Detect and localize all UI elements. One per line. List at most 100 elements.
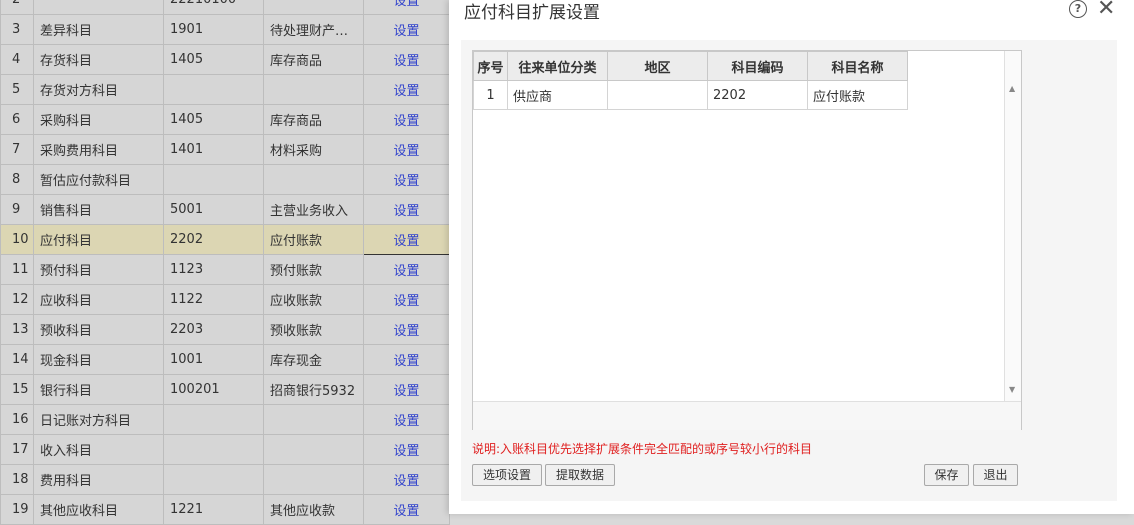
account-type-name: 销售科目	[33, 194, 164, 225]
fetch-data-button[interactable]: 提取数据	[545, 464, 615, 486]
help-icon[interactable]: ?	[1069, 0, 1087, 18]
grid-header-row: 序号 往来单位分类 地区 科目编码 科目名称	[473, 51, 908, 81]
account-code: 1901	[163, 14, 264, 45]
table-row[interactable]: 4 存货科目 1405 库存商品 设置	[0, 44, 450, 75]
close-icon[interactable]: ✕	[1097, 0, 1115, 21]
account-type-name: 费用科目	[33, 464, 164, 495]
table-row[interactable]: 8 暂估应付款科目 设置	[0, 164, 450, 195]
extension-grid: 序号 往来单位分类 地区 科目编码 科目名称 1 供应商 2202 应付账款 ▲…	[472, 50, 1022, 430]
column-header-name[interactable]: 科目名称	[807, 51, 908, 81]
dialog-title: 应付科目扩展设置	[464, 3, 600, 23]
table-row[interactable]: 14 现金科目 1001 库存现金 设置	[0, 344, 450, 375]
column-header-region[interactable]: 地区	[607, 51, 708, 81]
grid-cell-name[interactable]: 应付账款	[807, 80, 908, 110]
account-name: 预收账款	[263, 314, 364, 345]
account-type-name: 现金科目	[33, 344, 164, 375]
exit-button[interactable]: 退出	[973, 464, 1018, 486]
settings-link[interactable]: 设置	[363, 374, 450, 405]
account-code: 5001	[163, 194, 264, 225]
account-type-name: 收入科目	[33, 434, 164, 465]
account-type-name: 存货科目	[33, 44, 164, 75]
settings-link[interactable]: 设置	[363, 194, 450, 225]
account-name	[263, 434, 364, 465]
column-header-code[interactable]: 科目编码	[707, 51, 808, 81]
row-number: 11	[0, 254, 34, 285]
account-type-name: 预付科目	[33, 254, 164, 285]
settings-link[interactable]: 设置	[363, 74, 450, 105]
account-type-name: 采购科目	[33, 104, 164, 135]
account-type-name: 应收科目	[33, 284, 164, 315]
row-number: 12	[0, 284, 34, 315]
column-header-category[interactable]: 往来单位分类	[507, 51, 608, 81]
settings-link[interactable]: 设置	[363, 344, 450, 375]
settings-link[interactable]: 设置	[363, 164, 450, 195]
account-type-name: 日记账对方科目	[33, 404, 164, 435]
row-number: 18	[0, 464, 34, 495]
grid-cell-region[interactable]	[607, 80, 708, 110]
account-name: 待处理财产…	[263, 14, 364, 45]
grid-cell-category[interactable]: 供应商	[507, 80, 608, 110]
table-row[interactable]: 13 预收科目 2203 预收账款 设置	[0, 314, 450, 345]
payable-account-extension-dialog: 应付科目扩展设置 ? ✕ 序号 往来单位分类 地区 科目编码 科目名称 1 供应…	[449, 0, 1134, 514]
row-number: 5	[0, 74, 34, 105]
settings-link[interactable]: 设置	[363, 0, 450, 15]
grid-cell-no[interactable]: 1	[473, 80, 508, 110]
table-row[interactable]: 2 22210100 设置	[0, 0, 450, 15]
grid-cell-code[interactable]: 2202	[707, 80, 808, 110]
table-row[interactable]: 19 其他应收科目 1221 其他应收款 设置	[0, 494, 450, 525]
account-code: 1122	[163, 284, 264, 315]
table-row[interactable]: 5 存货对方科目 设置	[0, 74, 450, 105]
settings-link[interactable]: 设置	[363, 434, 450, 465]
row-number: 10	[0, 224, 34, 255]
account-type-name: 其他应收科目	[33, 494, 164, 525]
settings-link[interactable]: 设置	[363, 464, 450, 495]
table-row[interactable]: 9 销售科目 5001 主营业务收入 设置	[0, 194, 450, 225]
settings-link[interactable]: 设置	[363, 404, 450, 435]
account-code: 2203	[163, 314, 264, 345]
column-header-no[interactable]: 序号	[473, 51, 508, 81]
table-row[interactable]: 10 应付科目 2202 应付账款 设置	[0, 224, 450, 255]
settings-link[interactable]: 设置	[363, 314, 450, 345]
table-row[interactable]: 16 日记账对方科目 设置	[0, 404, 450, 435]
table-row[interactable]: 12 应收科目 1122 应收账款 设置	[0, 284, 450, 315]
settings-link[interactable]: 设置	[363, 494, 450, 525]
table-row[interactable]: 11 预付科目 1123 预付账款 设置	[0, 254, 450, 285]
row-number: 7	[0, 134, 34, 165]
account-type-name: 采购费用科目	[33, 134, 164, 165]
account-type-name: 预收科目	[33, 314, 164, 345]
table-row[interactable]: 7 采购费用科目 1401 材料采购 设置	[0, 134, 450, 165]
account-name	[263, 464, 364, 495]
settings-link[interactable]: 设置	[363, 44, 450, 75]
account-name	[263, 74, 364, 105]
account-type-name: 存货对方科目	[33, 74, 164, 105]
scroll-down-arrow-icon[interactable]: ▼	[1009, 385, 1015, 394]
scroll-up-arrow-icon[interactable]: ▲	[1009, 84, 1015, 93]
account-settings-table: 222210100设置3差异科目1901待处理财产…设置4存货科目1405库存商…	[0, 0, 450, 525]
settings-link[interactable]: 设置	[363, 284, 450, 315]
table-row[interactable]: 6 采购科目 1405 库存商品 设置	[0, 104, 450, 135]
table-row[interactable]: 3 差异科目 1901 待处理财产… 设置	[0, 14, 450, 45]
account-name: 库存商品	[263, 44, 364, 75]
table-row[interactable]: 17 收入科目 设置	[0, 434, 450, 465]
account-name: 库存现金	[263, 344, 364, 375]
row-number: 17	[0, 434, 34, 465]
account-name: 招商银行5932	[263, 374, 364, 405]
account-name: 应收账款	[263, 284, 364, 315]
settings-link[interactable]: 设置	[363, 254, 450, 285]
account-code	[163, 164, 264, 195]
settings-link[interactable]: 设置	[363, 134, 450, 165]
account-code	[163, 404, 264, 435]
account-type-name	[33, 0, 164, 15]
save-button[interactable]: 保存	[924, 464, 969, 486]
table-row[interactable]: 15 银行科目 100201 招商银行5932 设置	[0, 374, 450, 405]
row-number: 2	[0, 0, 34, 15]
options-button[interactable]: 选项设置	[472, 464, 542, 486]
row-number: 9	[0, 194, 34, 225]
table-row[interactable]: 18 费用科目 设置	[0, 464, 450, 495]
settings-link[interactable]: 设置	[363, 224, 450, 255]
grid-row[interactable]: 1 供应商 2202 应付账款	[473, 80, 908, 110]
row-number: 16	[0, 404, 34, 435]
vertical-scrollbar[interactable]: ▲ ▼	[1004, 51, 1021, 401]
settings-link[interactable]: 设置	[363, 14, 450, 45]
settings-link[interactable]: 设置	[363, 104, 450, 135]
